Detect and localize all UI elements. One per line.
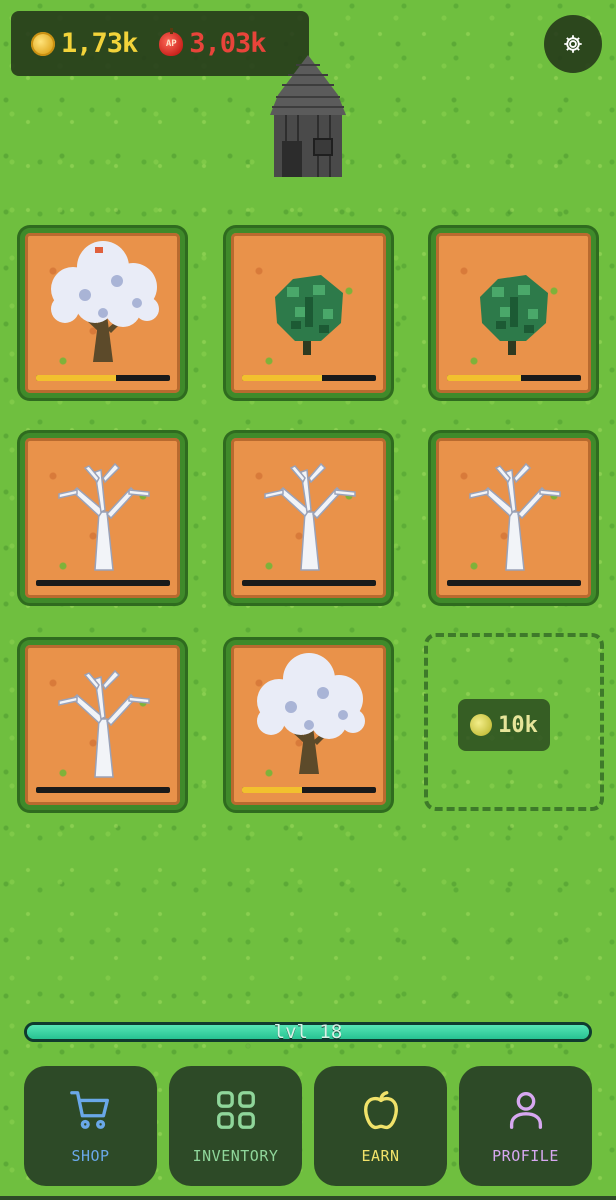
plot-2[interactable] — [226, 228, 391, 398]
plot-1[interactable] — [20, 228, 185, 398]
apple-icon — [363, 1091, 398, 1130]
coins-value: 1,73k — [61, 28, 138, 59]
growth-progress — [447, 580, 581, 586]
ap-apple-icon: AP — [159, 27, 184, 56]
nav-bottom-strip — [0, 1196, 616, 1200]
gold-coin-icon — [31, 31, 55, 56]
nav-inventory-label: INVENTORY — [192, 1147, 279, 1165]
snowy-blossom-tree-icon — [51, 241, 159, 362]
nav-earn-label: EARN — [361, 1147, 400, 1165]
farm-house[interactable] — [268, 55, 348, 180]
nav-profile-label: PROFILE — [492, 1147, 559, 1165]
growth-progress — [36, 787, 170, 793]
bare-snowy-tree-icon — [58, 669, 150, 778]
growth-progress — [242, 787, 376, 793]
empty-plot-slot[interactable]: 10k — [424, 633, 604, 811]
nav-inventory-button[interactable]: INVENTORY — [169, 1066, 302, 1186]
user-icon — [509, 1092, 542, 1129]
level-label: lvl 18 — [273, 1021, 343, 1043]
plot-7[interactable] — [20, 640, 185, 810]
cart-icon — [69, 1091, 109, 1129]
snowy-blossom-tree-icon — [257, 653, 365, 774]
nav-earn-button[interactable]: EARN — [314, 1066, 447, 1186]
nav-shop-button[interactable]: SHOP — [24, 1066, 157, 1186]
gear-icon — [564, 35, 582, 53]
coin-icon — [470, 714, 493, 736]
growth-progress — [447, 375, 581, 381]
growth-progress — [242, 375, 376, 381]
growth-progress — [36, 580, 170, 586]
green-sapling-icon — [275, 275, 343, 355]
plot-3[interactable] — [431, 228, 596, 398]
settings-button[interactable] — [544, 15, 602, 73]
bare-snowy-tree-icon — [469, 462, 561, 571]
grid-icon — [216, 1091, 255, 1129]
plot-5[interactable] — [226, 433, 391, 603]
ap-counter: AP 3,03k — [159, 27, 267, 59]
nav-shop-label: SHOP — [71, 1147, 110, 1165]
plot-8[interactable] — [226, 640, 391, 810]
buy-plot-price: 10k — [498, 712, 538, 738]
bare-snowy-tree-icon — [264, 462, 356, 571]
growth-progress — [36, 375, 170, 381]
green-sapling-icon — [480, 275, 548, 355]
coins-counter: 1,73k — [31, 28, 138, 59]
bare-snowy-tree-icon — [58, 462, 150, 571]
plot-6[interactable] — [431, 433, 596, 603]
ap-value: 3,03k — [189, 28, 266, 59]
currency-hud: 1,73k AP 3,03k — [11, 11, 309, 76]
growth-progress — [242, 580, 376, 586]
nav-profile-button[interactable]: PROFILE — [459, 1066, 592, 1186]
buy-plot-button[interactable]: 10k — [458, 699, 550, 751]
plot-4[interactable] — [20, 433, 185, 603]
